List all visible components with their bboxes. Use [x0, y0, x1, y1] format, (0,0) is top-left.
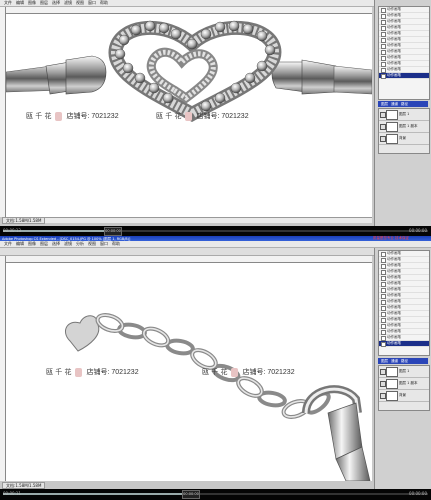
side-panels: 动作画笔 动作画笔 动作画笔 动作画笔 动作画笔 动作画笔 动作画笔 动作画笔 动作画笔 动作画笔… — [374, 248, 431, 489]
tab-channels[interactable]: 通道 — [391, 359, 398, 363]
time-total: 00:00:00 — [409, 228, 427, 233]
seal-icon — [75, 367, 83, 377]
video-player-bar-bottom: 00:00:00 00:00:11 00:00:00 — [0, 489, 431, 500]
video-player-bar-top: 00:00:00 00:00:13 00:00:00 — [0, 226, 431, 236]
watermark: 瓯 千 花 店铺号: 7021232 — [202, 367, 295, 377]
history-panel: 动作画笔 动作画笔 动作画笔 动作画笔 动作画笔 动作画笔 动作画笔 动作画笔 动作画笔 动作画笔… — [378, 6, 430, 100]
layers-panel-tabs: 图层 通道 路径 — [378, 358, 428, 364]
watermark-brand: 瓯 千 花 — [202, 368, 228, 376]
seal-icon — [55, 111, 63, 121]
layer-name: 图层 1 副本 — [399, 381, 418, 385]
menu-view[interactable]: 视图 — [76, 0, 84, 6]
horizontal-scrollbar[interactable] — [6, 217, 372, 223]
layer-name: 背景 — [399, 393, 406, 397]
seek-progress — [3, 493, 189, 495]
layer-thumbnail — [386, 110, 398, 120]
menu-layer[interactable]: 图层 — [40, 241, 48, 247]
layer-name: 背景 — [399, 136, 406, 140]
tab-layers[interactable]: 图层 — [381, 102, 388, 106]
layer-name: 图层 1 — [399, 369, 410, 373]
menu-bar: 文件 编辑 图像 图层 选择 滤镜 视图 窗口 帮助 — [0, 0, 431, 7]
layer-row[interactable]: 背景 — [379, 133, 429, 145]
menu-file[interactable]: 文件 — [4, 0, 12, 6]
history-item[interactable]: 动作画笔 — [379, 73, 429, 79]
watermark: 瓯 千 花 店铺号: 7021232 — [26, 111, 119, 121]
layer-name: 图层 1 — [399, 112, 410, 116]
watermark-brand: 瓯 千 花 — [26, 112, 52, 120]
side-panels: 动作画笔 动作画笔 动作画笔 动作画笔 动作画笔 动作画笔 动作画笔 动作画笔 动作画笔 动作画笔… — [374, 0, 431, 226]
seal-icon — [185, 111, 193, 121]
watermark-shop: 店铺号: 7021232 — [66, 113, 119, 120]
menu-window[interactable]: 窗口 — [88, 0, 96, 6]
watermark-shop: 店铺号: 7021232 — [242, 369, 295, 376]
time-total: 00:00:00 — [409, 491, 427, 496]
layers-panel: 图层 1 图层 1 副本 背景 — [378, 108, 430, 154]
layer-thumbnail — [386, 134, 398, 144]
layer-row[interactable]: 图层 1 副本 — [379, 121, 429, 133]
layer-thumbnail — [386, 379, 398, 389]
time-label-middle: 00:00:00 — [182, 490, 200, 499]
watermark-brand: 瓯 千 花 — [46, 368, 72, 376]
tab-paths[interactable]: 路径 — [401, 359, 408, 363]
document-canvas[interactable]: 瓯 千 花 店铺号: 7021232 瓯 千 花 店铺号: 7021232 — [6, 14, 372, 217]
menu-filter[interactable]: 滤镜 — [64, 0, 72, 6]
menu-select[interactable]: 选择 — [52, 241, 60, 247]
menu-image[interactable]: 图像 — [28, 0, 36, 6]
document-canvas[interactable]: 瓯 千 花 店铺号: 7021232 瓯 千 花 店铺号: 7021232 — [6, 263, 372, 481]
seal-icon — [231, 367, 239, 377]
time-elapsed: 00:00:13 — [3, 228, 21, 233]
menu-edit[interactable]: 编辑 — [16, 241, 24, 247]
menu-layer[interactable]: 图层 — [40, 0, 48, 6]
photoshop-window-2: 文件 编辑 图像 图层 选择 滤镜 分析 视图 窗口 帮助 瓯 千 花 店铺号:… — [0, 241, 431, 489]
tab-paths[interactable]: 路径 — [401, 102, 408, 106]
layers-panel: 图层 1 图层 1 副本 背景 — [378, 365, 430, 411]
layer-row[interactable]: 图层 1 — [379, 109, 429, 121]
tab-channels[interactable]: 通道 — [391, 102, 398, 106]
options-bar — [0, 248, 431, 256]
history-panel: 动作画笔 动作画笔 动作画笔 动作画笔 动作画笔 动作画笔 动作画笔 动作画笔 动作画笔 动作画笔… — [378, 250, 430, 356]
menu-image[interactable]: 图像 — [28, 241, 36, 247]
history-item[interactable]: 动作画笔 — [379, 341, 429, 347]
menu-bar: 文件 编辑 图像 图层 选择 滤镜 分析 视图 窗口 帮助 — [0, 241, 431, 248]
watermark-shop: 店铺号: 7021232 — [86, 369, 139, 376]
menu-edit[interactable]: 编辑 — [16, 0, 24, 6]
layers-panel-tabs: 图层 通道 路径 — [378, 101, 428, 107]
horizontal-ruler — [6, 7, 372, 14]
document-info: 文档:1.58M/1.58M — [2, 217, 46, 224]
menu-file[interactable]: 文件 — [4, 241, 12, 247]
layer-row[interactable]: 背景 — [379, 390, 429, 402]
watermark-brand: 瓯 千 花 — [156, 112, 182, 120]
watermark: 瓯 千 花 店铺号: 7021232 — [46, 367, 139, 377]
menu-select[interactable]: 选择 — [52, 0, 60, 6]
time-elapsed: 00:00:11 — [3, 491, 21, 496]
layer-row[interactable]: 图层 1 — [379, 366, 429, 378]
layer-thumbnail — [386, 391, 398, 401]
menu-view[interactable]: 视图 — [88, 241, 96, 247]
menu-help[interactable]: 帮助 — [112, 241, 120, 247]
document-info: 文档:1.58M/1.58M — [2, 482, 46, 489]
menu-help[interactable]: 帮助 — [100, 0, 108, 6]
time-label-middle: 00:00:00 — [104, 227, 122, 236]
layer-thumbnail — [386, 122, 398, 132]
menu-window[interactable]: 窗口 — [100, 241, 108, 247]
tab-layers[interactable]: 图层 — [381, 359, 388, 363]
menu-analysis[interactable]: 分析 — [76, 241, 84, 247]
layer-name: 图层 1 副本 — [399, 124, 418, 128]
horizontal-ruler — [6, 256, 372, 263]
layer-row[interactable]: 图层 1 副本 — [379, 378, 429, 390]
watermark: 瓯 千 花 店铺号: 7021232 — [156, 111, 249, 121]
menu-filter[interactable]: 滤镜 — [64, 241, 72, 247]
watermark-shop: 店铺号: 7021232 — [196, 113, 249, 120]
photoshop-window-1: 文件 编辑 图像 图层 选择 滤镜 视图 窗口 帮助 瓯 千 花 店铺号: 70… — [0, 0, 431, 226]
layer-thumbnail — [386, 367, 398, 377]
